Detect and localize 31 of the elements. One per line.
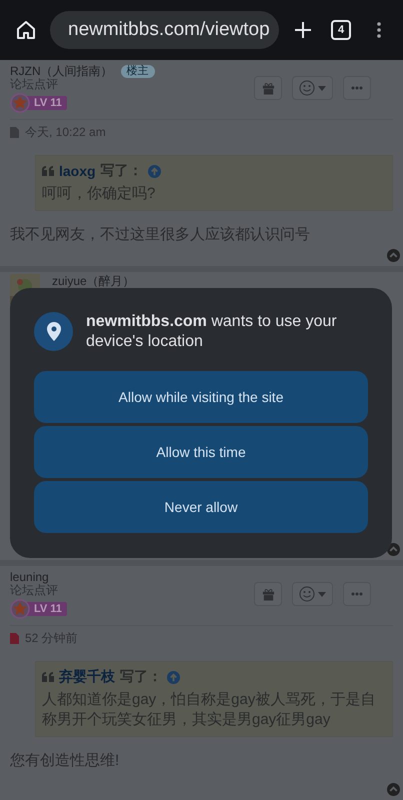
quote-mark-icon <box>42 672 54 682</box>
url-text: newmitbbs.com/viewtop <box>68 19 270 41</box>
reaction-button[interactable] <box>292 76 333 100</box>
jump-up-icon[interactable] <box>148 164 161 178</box>
gift-button[interactable] <box>254 76 282 100</box>
caret-icon <box>318 592 326 596</box>
caret-icon <box>318 86 326 90</box>
address-bar[interactable]: newmitbbs.com/viewtop <box>50 11 279 49</box>
gift-button[interactable] <box>254 582 282 606</box>
scroll-top-icon[interactable] <box>387 249 400 262</box>
smiley-icon <box>299 586 315 602</box>
quote-mark-icon <box>42 166 54 176</box>
more-icon <box>351 592 363 596</box>
more-button[interactable] <box>343 582 371 606</box>
permission-button[interactable]: Allow while visiting the site <box>34 371 368 423</box>
gift-icon <box>262 82 274 94</box>
more-icon <box>351 86 363 90</box>
more-button[interactable] <box>343 76 371 100</box>
scroll-top-icon[interactable] <box>387 783 400 796</box>
star-medal-icon <box>10 93 30 113</box>
star-medal-icon <box>10 599 30 619</box>
dialog-message: newmitbbs.com wants to use your device's location <box>86 312 338 352</box>
reaction-button[interactable] <box>292 582 333 606</box>
smiley-icon <box>299 80 315 96</box>
location-pin-icon <box>34 312 73 351</box>
permission-button[interactable]: Never allow <box>34 481 368 533</box>
jump-up-icon[interactable] <box>167 670 180 684</box>
tab-count[interactable]: 4 <box>331 20 351 40</box>
permission-button[interactable]: Allow this time <box>34 426 368 478</box>
owner-tag: 楼主 <box>120 64 155 78</box>
gift-icon <box>262 588 274 600</box>
